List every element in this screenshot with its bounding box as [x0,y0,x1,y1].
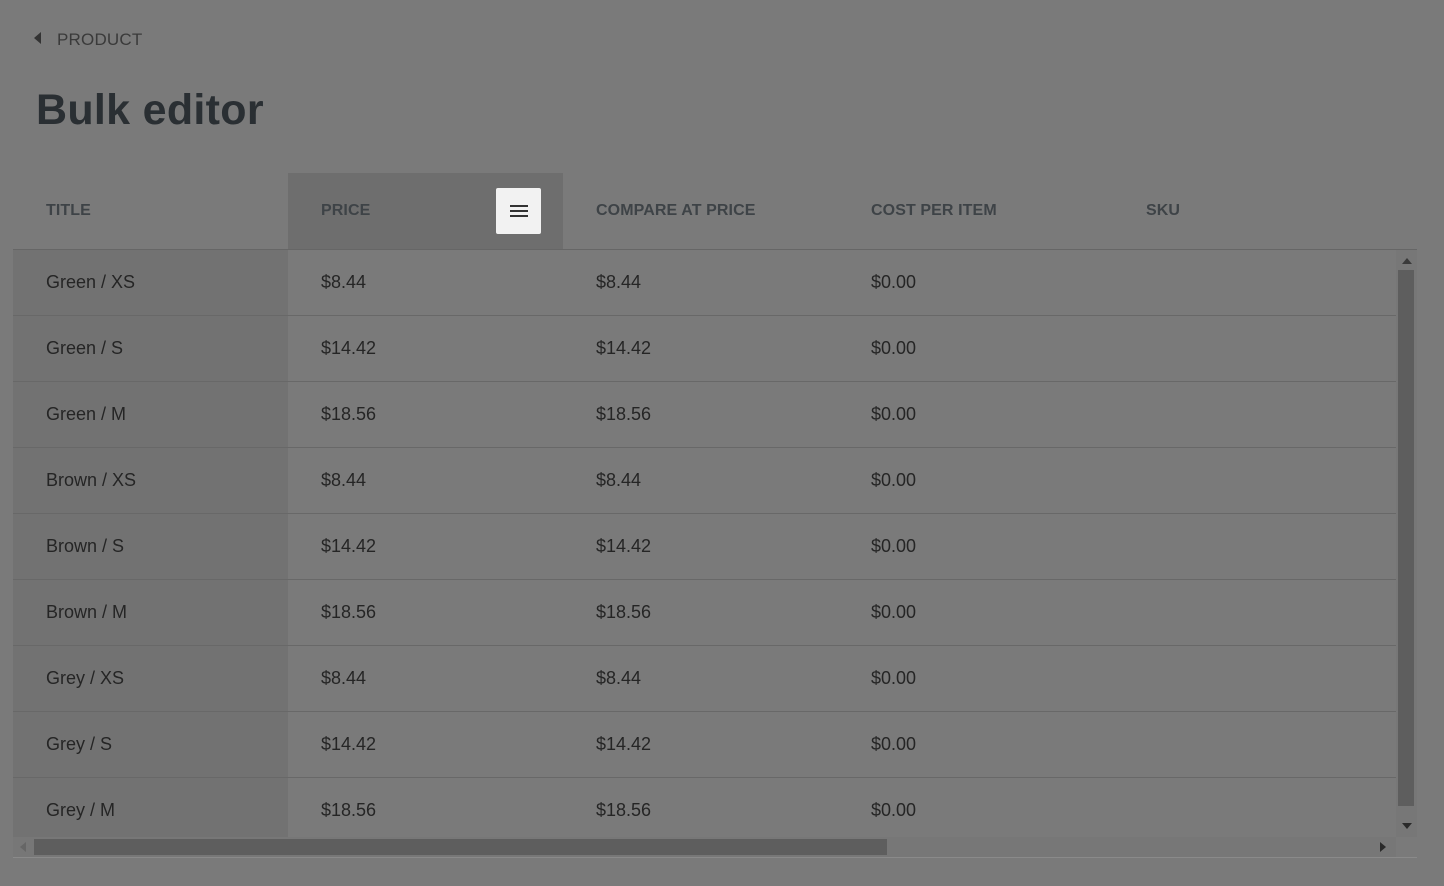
cell-cost-per-item[interactable]: $0.00 [838,316,1113,381]
cell-compare-at-price[interactable]: $8.44 [563,250,838,315]
page-title: Bulk editor [36,86,264,134]
table-row: Green / XS $8.44 $8.44 $0.00 [13,250,1396,316]
cell-sku[interactable] [1113,712,1396,777]
cell-price[interactable]: $8.44 [288,646,563,711]
table-row: Brown / XS $8.44 $8.44 $0.00 [13,448,1396,514]
column-header-title[interactable]: TITLE [13,173,288,249]
cell-price[interactable]: $8.44 [288,448,563,513]
cell-price[interactable]: $8.44 [288,250,563,315]
column-header-label: SKU [1146,202,1181,219]
cell-cost-per-item[interactable]: $0.00 [838,646,1113,711]
column-header-sku[interactable]: SKU [1113,173,1396,249]
cell-price[interactable]: $14.42 [288,712,563,777]
cell-title: Grey / XS [13,646,288,711]
vertical-scroll-thumb[interactable] [1398,270,1414,806]
cell-title: Grey / S [13,712,288,777]
column-header-label: TITLE [46,202,91,219]
cell-compare-at-price[interactable]: $18.56 [563,778,838,837]
cell-compare-at-price[interactable]: $14.42 [563,712,838,777]
cell-title: Brown / M [13,580,288,645]
horizontal-scrollbar[interactable] [13,837,1396,857]
grid-header-row: TITLE PRICE COMPARE AT PRICE COST PER IT… [13,173,1417,250]
column-header-price[interactable]: PRICE [288,173,563,249]
cell-price[interactable]: $18.56 [288,580,563,645]
chevron-left-icon [34,32,41,44]
cell-compare-at-price[interactable]: $8.44 [563,448,838,513]
cell-sku[interactable] [1113,646,1396,711]
table-row: Green / S $14.42 $14.42 $0.00 [13,316,1396,382]
scroll-up-arrow-icon[interactable] [1402,258,1412,264]
cell-cost-per-item[interactable]: $0.00 [838,514,1113,579]
cell-price[interactable]: $14.42 [288,316,563,381]
cell-title: Green / S [13,316,288,381]
scroll-down-arrow-icon[interactable] [1402,823,1412,829]
breadcrumb[interactable]: PRODUCT [34,30,142,50]
horizontal-scroll-thumb[interactable] [34,839,887,855]
cell-title: Grey / M [13,778,288,837]
cell-title: Brown / XS [13,448,288,513]
cell-price[interactable]: $14.42 [288,514,563,579]
cell-cost-per-item[interactable]: $0.00 [838,250,1113,315]
breadcrumb-label: PRODUCT [57,30,143,49]
cell-sku[interactable] [1113,382,1396,447]
column-header-label: COMPARE AT PRICE [596,202,756,219]
cell-compare-at-price[interactable]: $18.56 [563,580,838,645]
grid-bottom-border [13,857,1417,858]
cell-sku[interactable] [1113,778,1396,837]
cell-sku[interactable] [1113,250,1396,315]
cell-sku[interactable] [1113,448,1396,513]
bulk-edit-grid: TITLE PRICE COMPARE AT PRICE COST PER IT… [13,173,1417,858]
grid-body: Green / XS $8.44 $8.44 $0.00 Green / S $14.42… [13,250,1396,837]
table-row: Green / M $18.56 $18.56 $0.00 [13,382,1396,448]
cell-sku[interactable] [1113,514,1396,579]
cell-title: Brown / S [13,514,288,579]
column-header-label: COST PER ITEM [871,202,997,219]
cell-compare-at-price[interactable]: $14.42 [563,514,838,579]
cell-compare-at-price[interactable]: $18.56 [563,382,838,447]
cell-price[interactable]: $18.56 [288,382,563,447]
cell-title: Green / XS [13,250,288,315]
menu-icon [509,205,528,217]
table-row: Grey / XS $8.44 $8.44 $0.00 [13,646,1396,712]
cell-sku[interactable] [1113,580,1396,645]
column-header-label: PRICE [321,202,371,219]
table-row: Brown / S $14.42 $14.42 $0.00 [13,514,1396,580]
cell-cost-per-item[interactable]: $0.00 [838,382,1113,447]
column-menu-button[interactable] [496,188,541,234]
cell-title: Green / M [13,382,288,447]
cell-sku[interactable] [1113,316,1396,381]
bulk-editor-page: PRODUCT Bulk editor TITLE PRICE COMPARE … [0,0,1444,886]
scroll-right-arrow-icon[interactable] [1380,842,1386,852]
table-row: Brown / M $18.56 $18.56 $0.00 [13,580,1396,646]
cell-compare-at-price[interactable]: $14.42 [563,316,838,381]
scroll-left-arrow-icon[interactable] [20,842,26,852]
vertical-scrollbar[interactable] [1396,250,1417,837]
cell-compare-at-price[interactable]: $8.44 [563,646,838,711]
cell-cost-per-item[interactable]: $0.00 [838,580,1113,645]
cell-cost-per-item[interactable]: $0.00 [838,778,1113,837]
column-header-cost-per-item[interactable]: COST PER ITEM [838,173,1113,249]
cell-cost-per-item[interactable]: $0.00 [838,448,1113,513]
table-row: Grey / M $18.56 $18.56 $0.00 [13,778,1396,837]
table-row: Grey / S $14.42 $14.42 $0.00 [13,712,1396,778]
column-header-compare-at-price[interactable]: COMPARE AT PRICE [563,173,838,249]
cell-price[interactable]: $18.56 [288,778,563,837]
cell-cost-per-item[interactable]: $0.00 [838,712,1113,777]
